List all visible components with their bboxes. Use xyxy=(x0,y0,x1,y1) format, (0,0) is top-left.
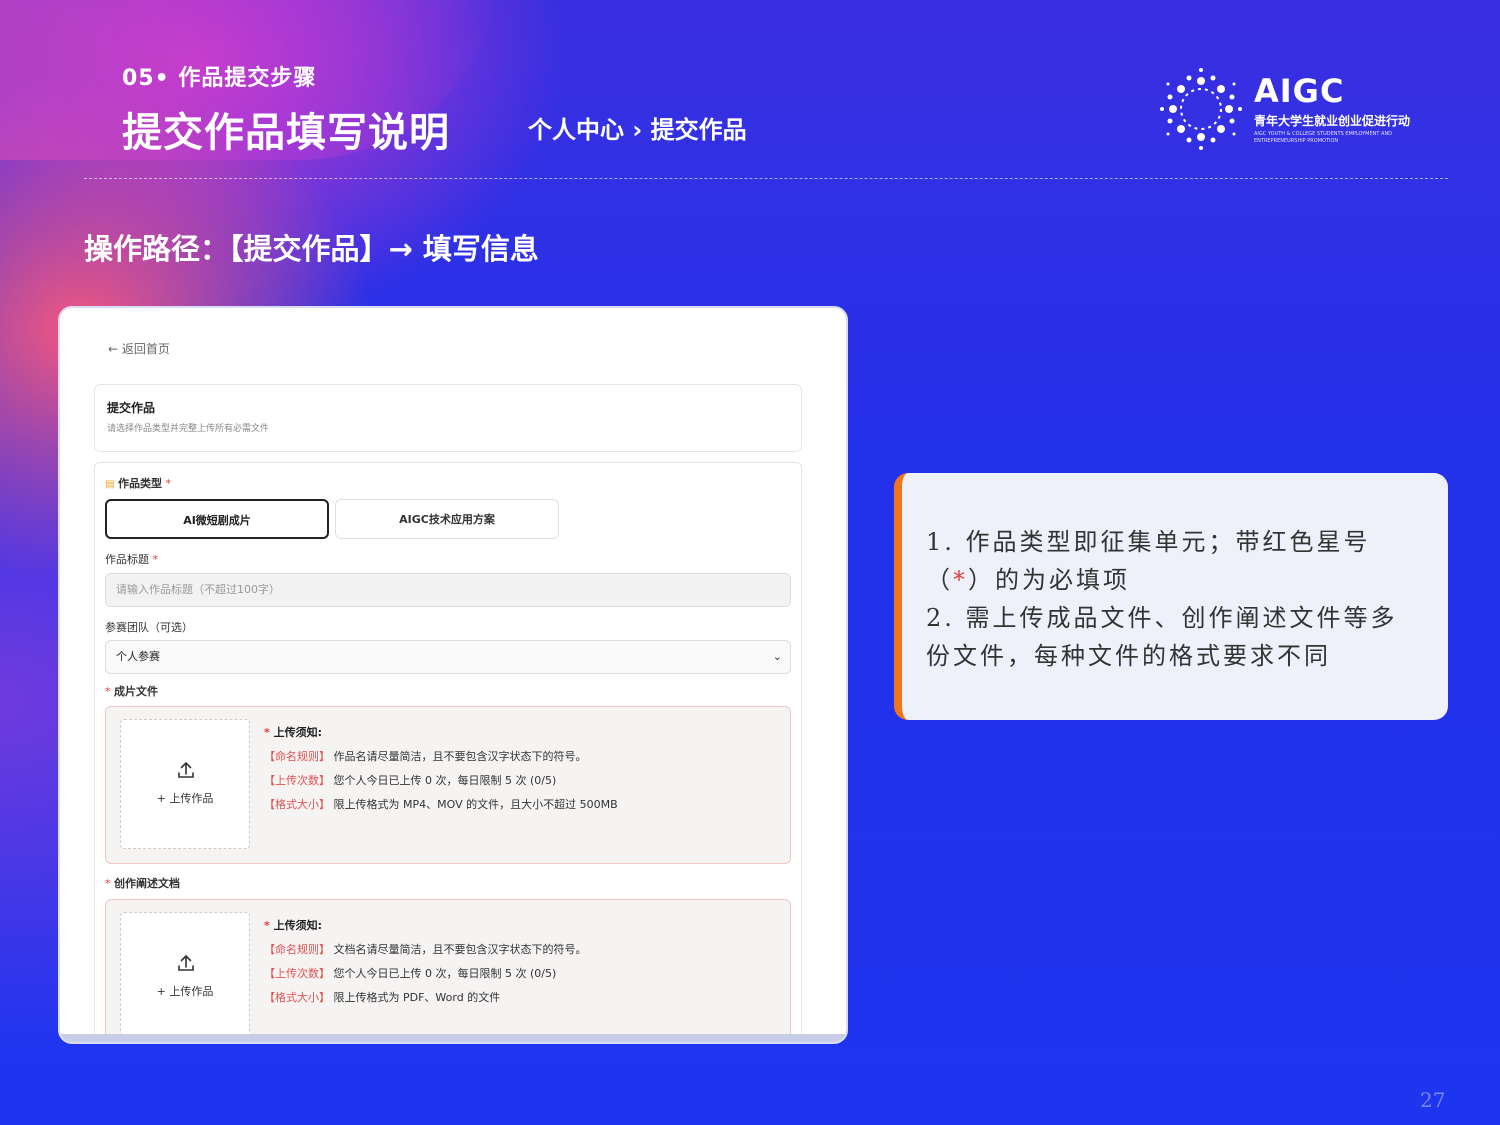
required-star: * xyxy=(105,877,111,890)
info-line-2: 2. 需上传成品文件、创作阐述文件等多份文件，每种文件的格式要求不同 xyxy=(926,604,1398,670)
doc-upload-notes: * 上传须知: 【命名规则】 文档名请尽量简洁，且不要包含汉字状态下的符号。 【… xyxy=(264,914,587,1010)
doc-upload-dropzone[interactable]: + 上传作品 xyxy=(120,912,250,1042)
submit-header-panel: 提交作品 请选择作品类型并完整上传所有必需文件 xyxy=(94,384,802,452)
header: 05• 作品提交步骤 提交作品填写说明 xyxy=(122,60,450,158)
doc-field-label: * 创作阐述文档 xyxy=(105,875,180,891)
screenshot-card: ← 返回首页 提交作品 请选择作品类型并完整上传所有必需文件 ▤ 作品类型 * … xyxy=(58,306,848,1044)
red-star: * xyxy=(953,566,968,594)
note-count: 【上传次数】 您个人今日已上传 0 次，每日限制 5 次 (0/5) xyxy=(264,967,557,980)
section-label: 05• 作品提交步骤 xyxy=(122,66,317,91)
required-star: * xyxy=(105,685,111,698)
team-label: 参赛团队（可选） xyxy=(105,621,193,634)
page-number: 27 xyxy=(1420,1088,1446,1112)
note-naming: 【命名规则】 作品名请尽量简洁，且不要包含汉字状态下的符号。 xyxy=(264,750,587,763)
film-label-text: 成片文件 xyxy=(114,685,158,698)
upload-button-label: + 上传作品 xyxy=(156,792,214,805)
title-label-text: 作品标题 xyxy=(105,553,149,566)
logo-tagline: AIGC YOUTH & COLLEGE STUDENTS EMPLOYMENT… xyxy=(1254,131,1393,144)
title-field-label: 作品标题 * xyxy=(105,551,158,567)
note-naming: 【命名规则】 文档名请尽量简洁，且不要包含汉字状态下的符号。 xyxy=(264,943,587,956)
type-option-ai-drama[interactable]: AI微短剧成片 xyxy=(105,499,329,539)
dots-logo-icon xyxy=(1160,68,1242,150)
notice-heading: * 上传须知: xyxy=(264,726,322,739)
type-label-text: 作品类型 xyxy=(117,477,162,490)
notice-heading: * 上传须知: xyxy=(264,919,322,932)
type-option-aigc-solution[interactable]: AIGC技术应用方案 xyxy=(335,499,559,539)
document-icon: ▤ xyxy=(105,479,115,490)
note-format: 【格式大小】 限上传格式为 MP4、MOV 的文件，且大小不超过 500MB xyxy=(264,798,618,811)
team-select-value: 个人参赛 xyxy=(116,650,160,663)
note-format: 【格式大小】 限上传格式为 PDF、Word 的文件 xyxy=(264,991,501,1004)
film-upload-dropzone[interactable]: + 上传作品 xyxy=(120,719,250,849)
upload-icon xyxy=(178,761,194,778)
submit-title: 提交作品 xyxy=(107,401,156,415)
back-home-link[interactable]: ← 返回首页 xyxy=(108,340,170,357)
card-bottom-bar xyxy=(60,1034,846,1042)
logo-subtitle: 青年大学生就业创业促进行动 xyxy=(1254,114,1411,128)
title-input[interactable]: 请输入作品标题（不超过100字） xyxy=(105,573,791,607)
film-upload-notes: * 上传须知: 【命名规则】 作品名请尽量简洁，且不要包含汉字状态下的符号。 【… xyxy=(264,721,618,817)
info-box: 1. 作品类型即征集单元；带红色星号（*）的为必填项 2. 需上传成品文件、创作… xyxy=(894,473,1448,720)
team-select[interactable]: 个人参赛 ⌄ xyxy=(105,640,791,674)
logo-text: AIGC 青年大学生就业创业促进行动 AIGC YOUTH & COLLEGE … xyxy=(1254,72,1444,145)
required-star: * xyxy=(165,477,171,490)
page-title: 提交作品填写说明 xyxy=(122,110,450,156)
operation-path: 操作路径：【提交作品】→ 填写信息 xyxy=(84,232,539,266)
chevron-down-icon: ⌄ xyxy=(772,650,782,663)
submit-subtitle: 请选择作品类型并完整上传所有必需文件 xyxy=(107,424,270,434)
film-upload-box: + 上传作品 * 上传须知: 【命名规则】 作品名请尽量简洁，且不要包含汉字状态… xyxy=(105,706,791,864)
info-line-1: 1. 作品类型即征集单元；带红色星号（*）的为必填项 xyxy=(926,528,1371,594)
submit-form-panel: ▤ 作品类型 * AI微短剧成片 AIGC技术应用方案 作品标题 * 请输入作品… xyxy=(94,462,802,1042)
film-field-label: * 成片文件 xyxy=(105,683,158,699)
upload-button-label: + 上传作品 xyxy=(156,985,214,998)
required-star: * xyxy=(152,553,159,566)
breadcrumb: 个人中心 › 提交作品 xyxy=(528,116,747,144)
doc-label-text: 创作阐述文档 xyxy=(114,877,180,890)
upload-icon xyxy=(178,954,194,971)
note-count: 【上传次数】 您个人今日已上传 0 次，每日限制 5 次 (0/5) xyxy=(264,774,557,787)
dashed-divider xyxy=(84,178,1448,179)
aigc-logo: AIGC 青年大学生就业创业促进行动 AIGC YOUTH & COLLEGE … xyxy=(1158,66,1458,152)
type-field-label: ▤ 作品类型 * xyxy=(105,475,171,491)
logo-title: AIGC xyxy=(1254,72,1345,110)
doc-upload-box: + 上传作品 * 上传须知: 【命名规则】 文档名请尽量简洁，且不要包含汉字状态… xyxy=(105,899,791,1042)
